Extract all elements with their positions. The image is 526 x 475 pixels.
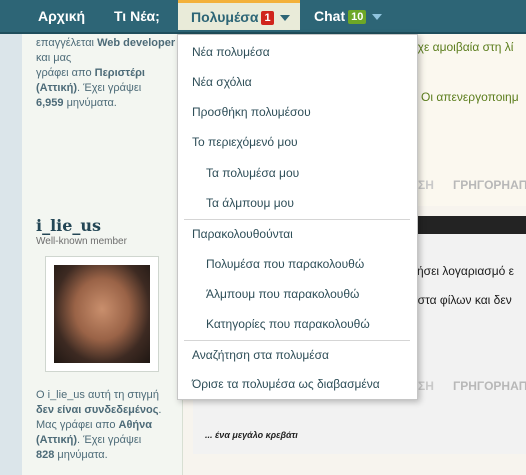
status-message-count: 828 xyxy=(36,449,55,461)
menu-item-watched-media[interactable]: Πολυμέσα που παρακολουθώ xyxy=(206,257,364,271)
status-text: μηνύματα. xyxy=(57,449,108,461)
menu-item-my-albums[interactable]: Τα άλμπουμ μου xyxy=(206,196,294,210)
quick-reply-label[interactable]: ΓΡΗΓΟΡΗΑΠ xyxy=(453,379,526,393)
menu-item-watched-categories[interactable]: Κατηγορίες που παρακολουθώ xyxy=(206,317,370,331)
menu-divider xyxy=(184,340,410,341)
quick-reply-label[interactable]: ΓΡΗΓΟΡΗΑΠ xyxy=(453,178,526,192)
share-label[interactable]: ΣΗ xyxy=(418,178,434,192)
info-text: και μας xyxy=(36,52,72,64)
status-text: . xyxy=(158,404,162,416)
menu-item-new-media[interactable]: Νέα πολυμέσα xyxy=(192,45,270,59)
nav-chat-label: Chat xyxy=(314,8,346,24)
menu-divider xyxy=(184,219,410,220)
info-message-count: 6,959 xyxy=(36,97,64,109)
info-text: μηνύματα. xyxy=(66,97,117,109)
menu-item-add-media[interactable]: Προσθήκη πολυμέσου xyxy=(192,105,311,119)
menu-item-my-content[interactable]: Το περιεχόμενό μου xyxy=(192,135,298,149)
share-label[interactable]: ΣΗ xyxy=(418,379,434,393)
menu-item-new-comments[interactable]: Νέα σχόλια xyxy=(192,75,252,89)
username[interactable]: i_lie_us xyxy=(36,216,101,235)
nav-whats-new-label: Τι Νέα; xyxy=(114,8,160,24)
status-offline: δεν είναι συνδεδεμένος xyxy=(36,404,159,416)
nav-chat[interactable]: Chat 10 xyxy=(314,0,383,32)
chat-count-badge: 10 xyxy=(348,10,367,25)
chevron-down-icon[interactable] xyxy=(279,15,290,22)
nav-home-label: Αρχική xyxy=(38,8,86,24)
post-text: Οι απενεργοποιημ xyxy=(421,90,519,104)
user-title: Well-known member xyxy=(36,236,127,247)
left-gutter xyxy=(0,34,22,475)
menu-item-watched-albums[interactable]: Άλμπουμ που παρακολουθώ xyxy=(206,287,359,301)
menu-item-my-media[interactable]: Τα πολυμέσα μου xyxy=(206,166,299,180)
status-text: αυτή τη στιγμή xyxy=(88,389,159,401)
previous-user-info: επαγγέλεται Web developer και μας γράφει… xyxy=(36,36,181,111)
nav-media[interactable]: Πολυμέσα 1 xyxy=(178,0,300,30)
media-count-badge: 1 xyxy=(261,11,274,26)
chevron-down-icon[interactable] xyxy=(372,14,383,21)
info-occupation: Web developer xyxy=(97,37,176,49)
top-navigation: Αρχική Τι Νέα; Πολυμέσα 1 Chat 10 xyxy=(0,0,526,34)
info-text: γράφει απο xyxy=(36,67,92,79)
user-status-info: Ο i_lie_us αυτή τη στιγμή δεν είναι συνδ… xyxy=(36,388,184,463)
info-text: . Έχει γράψει xyxy=(77,82,142,94)
post-caption: ... ένα μεγάλο κρεβάτι xyxy=(205,430,298,440)
nav-home[interactable]: Αρχική xyxy=(38,0,85,32)
status-text: Μας γράφει απο xyxy=(36,419,116,431)
media-dropdown-menu: Νέα πολυμέσα Νέα σχόλια Προσθήκη πολυμέσ… xyxy=(177,34,418,400)
post-text: ήσει λογαριασμό ε xyxy=(417,264,514,278)
post-text: λίστα φίλων και δεν xyxy=(409,293,512,307)
avatar[interactable] xyxy=(45,256,159,372)
info-text: επαγγέλεται xyxy=(36,37,94,49)
user-sidebar: επαγγέλεται Web developer και μας γράφει… xyxy=(22,34,183,475)
menu-item-watched[interactable]: Παρακολουθούνται xyxy=(192,227,293,241)
status-username: i_lie_us xyxy=(47,389,85,401)
menu-item-mark-read[interactable]: Όρισε τα πολυμέσα ως διαβασμένα xyxy=(192,377,380,391)
post-text: ίχε αμοιβαία στη λί xyxy=(415,40,514,54)
avatar-image xyxy=(54,265,150,363)
status-text: . Έχει γράψει xyxy=(77,434,142,446)
menu-item-search-media[interactable]: Αναζήτηση στα πολυμέσα xyxy=(192,348,329,362)
nav-media-label: Πολυμέσα xyxy=(191,9,259,25)
status-text: Ο xyxy=(36,389,45,401)
nav-whats-new[interactable]: Τι Νέα; xyxy=(114,0,160,32)
